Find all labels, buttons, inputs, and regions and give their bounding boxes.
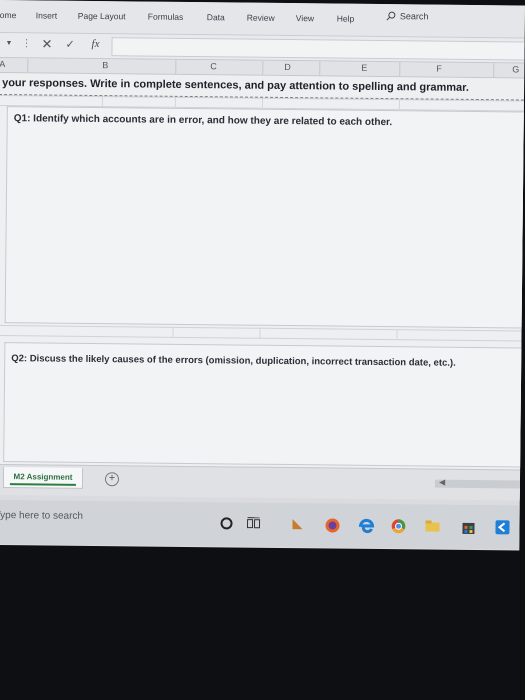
sheet-tab-m2-assignment[interactable]: M2 Assignment xyxy=(2,467,84,489)
add-sheet-icon[interactable]: + xyxy=(104,472,120,487)
windows-taskbar: Type here to search xyxy=(0,499,520,550)
tab-home[interactable]: ome xyxy=(0,10,16,20)
sheet-tab-bar: M2 Assignment + ◀ xyxy=(0,463,521,501)
insert-function-icon[interactable]: fx xyxy=(91,38,99,50)
q1-answer-cell[interactable]: Q1: Identify which accounts are in error… xyxy=(4,106,525,329)
tab-view[interactable]: View xyxy=(296,13,314,23)
store-icon[interactable] xyxy=(460,519,476,535)
tab-insert[interactable]: Insert xyxy=(36,10,57,20)
instructions-text: your responses. Write in complete senten… xyxy=(2,77,469,94)
tab-review[interactable]: Review xyxy=(247,13,275,23)
q2-question: Q2: Discuss the likely causes of the err… xyxy=(11,353,456,369)
tab-help[interactable]: Help xyxy=(337,14,355,24)
column-header-a[interactable]: A xyxy=(0,59,5,69)
search-icon xyxy=(386,11,396,21)
tab-page-layout[interactable]: Page Layout xyxy=(78,11,126,21)
search-label: Search xyxy=(399,11,429,22)
cortana-icon[interactable] xyxy=(219,516,233,530)
horizontal-scrollbar[interactable]: ◀ xyxy=(434,478,520,489)
task-view-icon[interactable] xyxy=(246,517,261,531)
column-header-f[interactable]: F xyxy=(436,64,442,74)
scroll-left-icon[interactable]: ◀ xyxy=(439,478,445,487)
column-header-b[interactable]: B xyxy=(102,60,108,70)
vscode-icon[interactable] xyxy=(494,519,510,535)
tab-formulas[interactable]: Formulas xyxy=(148,12,184,22)
column-header-d[interactable]: D xyxy=(284,62,291,72)
file-explorer-icon[interactable] xyxy=(290,517,304,531)
ribbon-search[interactable]: Search xyxy=(386,11,429,22)
q2-answer-cell[interactable]: Q2: Discuss the likely causes of the err… xyxy=(3,342,525,468)
cancel-icon[interactable]: ✕ xyxy=(41,36,52,52)
tab-data[interactable]: Data xyxy=(207,12,225,22)
folder-icon[interactable] xyxy=(424,518,440,532)
firefox-icon[interactable] xyxy=(324,517,340,533)
column-header-g[interactable]: G xyxy=(512,64,519,74)
q1-question: Q1: Identify which accounts are in error… xyxy=(13,113,393,129)
column-header-c[interactable]: C xyxy=(210,61,217,71)
enter-icon[interactable]: ✓ xyxy=(65,38,74,51)
excel-window: ome Insert Page Layout Formulas Data Rev… xyxy=(0,0,525,551)
column-header-e[interactable]: E xyxy=(361,63,367,73)
ribbon-tabs: ome Insert Page Layout Formulas Data Rev… xyxy=(0,0,525,39)
more-options-icon[interactable]: ⋮ xyxy=(21,38,31,49)
chrome-icon[interactable] xyxy=(390,518,406,534)
taskbar-search-input[interactable]: Type here to search xyxy=(0,510,83,522)
name-box-dropdown-icon[interactable]: ▼ xyxy=(6,40,13,47)
edge-icon[interactable] xyxy=(358,518,375,534)
formula-input[interactable] xyxy=(111,37,525,61)
